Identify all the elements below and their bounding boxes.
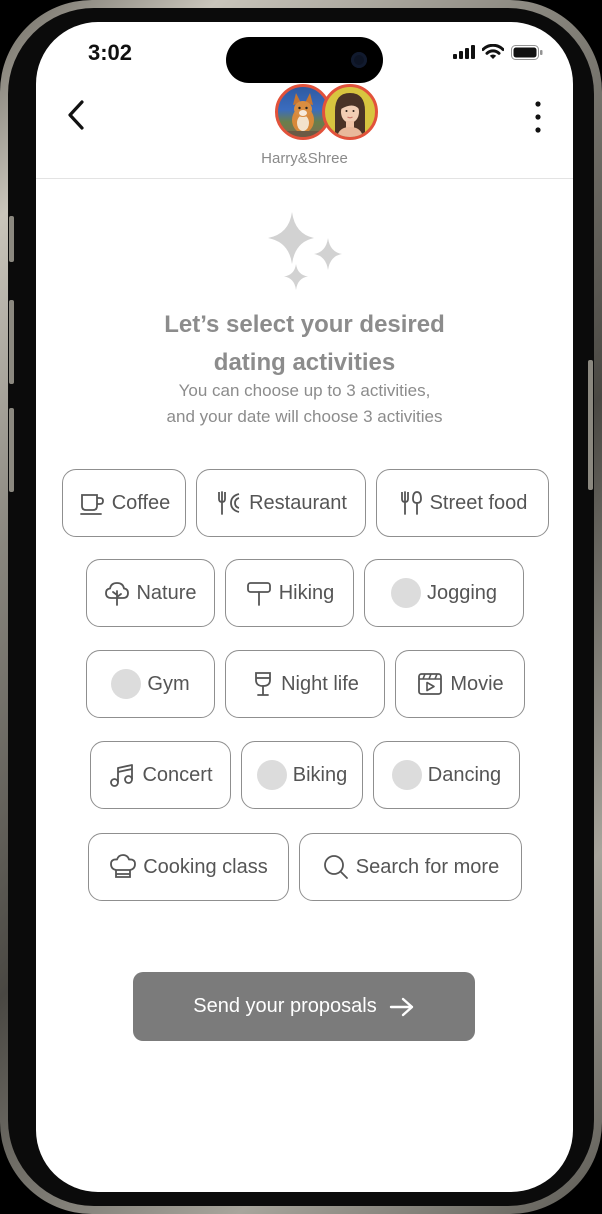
coffee-icon — [79, 494, 104, 515]
activity-label: Dancing — [427, 763, 502, 786]
wine-glass-icon — [255, 672, 271, 696]
activity-label: Street food — [429, 491, 528, 514]
activity-label: Search for more — [355, 855, 500, 878]
activity-chip-coffee[interactable]: Coffee — [62, 469, 186, 537]
dynamic-island — [226, 37, 383, 83]
restaurant-icon — [218, 491, 240, 515]
chef-hat-icon — [110, 854, 137, 878]
signpost-icon — [246, 582, 271, 606]
app-screen: 3:02 Harry&Shree Let’s select your desir… — [36, 22, 573, 1192]
camera-icon — [351, 52, 367, 68]
activity-label: Movie — [450, 672, 504, 695]
activity-label: Gym — [147, 672, 190, 695]
placeholder-circle — [111, 669, 142, 699]
subtitle-line-1: You can choose up to 3 activities, — [178, 381, 431, 400]
activity-chip-search-more[interactable]: Search for more — [299, 833, 522, 901]
activity-chip-concert[interactable]: Concert — [90, 741, 231, 809]
activity-label: Concert — [142, 763, 213, 786]
activity-chip-dancing[interactable]: Dancing — [373, 741, 520, 809]
search-icon — [323, 855, 348, 879]
power-button — [588, 360, 593, 490]
placeholder-circle — [390, 578, 421, 608]
film-icon — [418, 673, 443, 695]
status-icons — [453, 44, 543, 60]
subtitle-line-2: and your date will choose 3 activities — [166, 407, 443, 426]
placeholder-circle — [256, 760, 287, 790]
woman-photo-icon — [335, 93, 365, 137]
activity-chip-gym[interactable]: Gym — [86, 650, 215, 718]
status-time: 3:02 — [88, 40, 133, 65]
activity-chip-night-life[interactable]: Night life — [225, 650, 385, 718]
activity-label: Hiking — [278, 581, 335, 604]
activity-label: Biking — [292, 763, 348, 786]
activity-chip-nature[interactable]: Nature — [86, 559, 215, 627]
wifi-icon — [482, 44, 504, 59]
fork-knife-icon — [400, 491, 422, 515]
page-title: Let’s select your desired dating activit… — [36, 306, 573, 382]
pair-name: Harry&Shree — [261, 150, 348, 167]
header-divider — [36, 178, 573, 179]
title-line-1: Let’s select your desired — [164, 311, 445, 338]
activity-label: Night life — [281, 672, 359, 695]
action-button — [9, 216, 14, 262]
placeholder-circle — [391, 760, 422, 790]
activity-label: Nature — [136, 581, 197, 604]
battery-icon — [511, 44, 543, 60]
music-note-icon — [110, 764, 134, 787]
send-proposals-label: Send your proposals — [193, 995, 377, 1017]
activity-chip-cooking-class[interactable]: Cooking class — [88, 833, 289, 901]
activity-chip-movie[interactable]: Movie — [395, 650, 525, 718]
couple-avatars[interactable] — [275, 84, 385, 146]
volume-up-button — [9, 300, 14, 384]
title-line-2: dating activities — [213, 349, 396, 376]
activity-label: Jogging — [426, 581, 498, 604]
volume-down-button — [9, 408, 14, 492]
activity-label: Coffee — [111, 491, 171, 514]
page-subtitle: You can choose up to 3 activities, and y… — [36, 378, 573, 430]
activity-chip-jogging[interactable]: Jogging — [364, 559, 524, 627]
activity-chip-street-food[interactable]: Street food — [376, 469, 549, 537]
activity-chip-restaurant[interactable]: Restaurant — [196, 469, 366, 537]
more-vertical-icon[interactable] — [533, 100, 543, 134]
activity-label: Restaurant — [249, 491, 347, 514]
activity-label: Cooking class — [143, 855, 268, 878]
sparkles-icon — [268, 212, 342, 290]
activity-chip-hiking[interactable]: Hiking — [225, 559, 354, 627]
signal-icon — [453, 45, 475, 59]
arrow-right-icon — [389, 997, 413, 1016]
dog-photo-icon — [278, 93, 328, 137]
back-chevron-icon[interactable] — [62, 98, 92, 132]
send-proposals-button[interactable]: Send your proposals — [133, 972, 475, 1041]
avatar-shree — [322, 84, 378, 140]
tree-icon — [105, 582, 130, 606]
activity-chip-biking[interactable]: Biking — [241, 741, 363, 809]
